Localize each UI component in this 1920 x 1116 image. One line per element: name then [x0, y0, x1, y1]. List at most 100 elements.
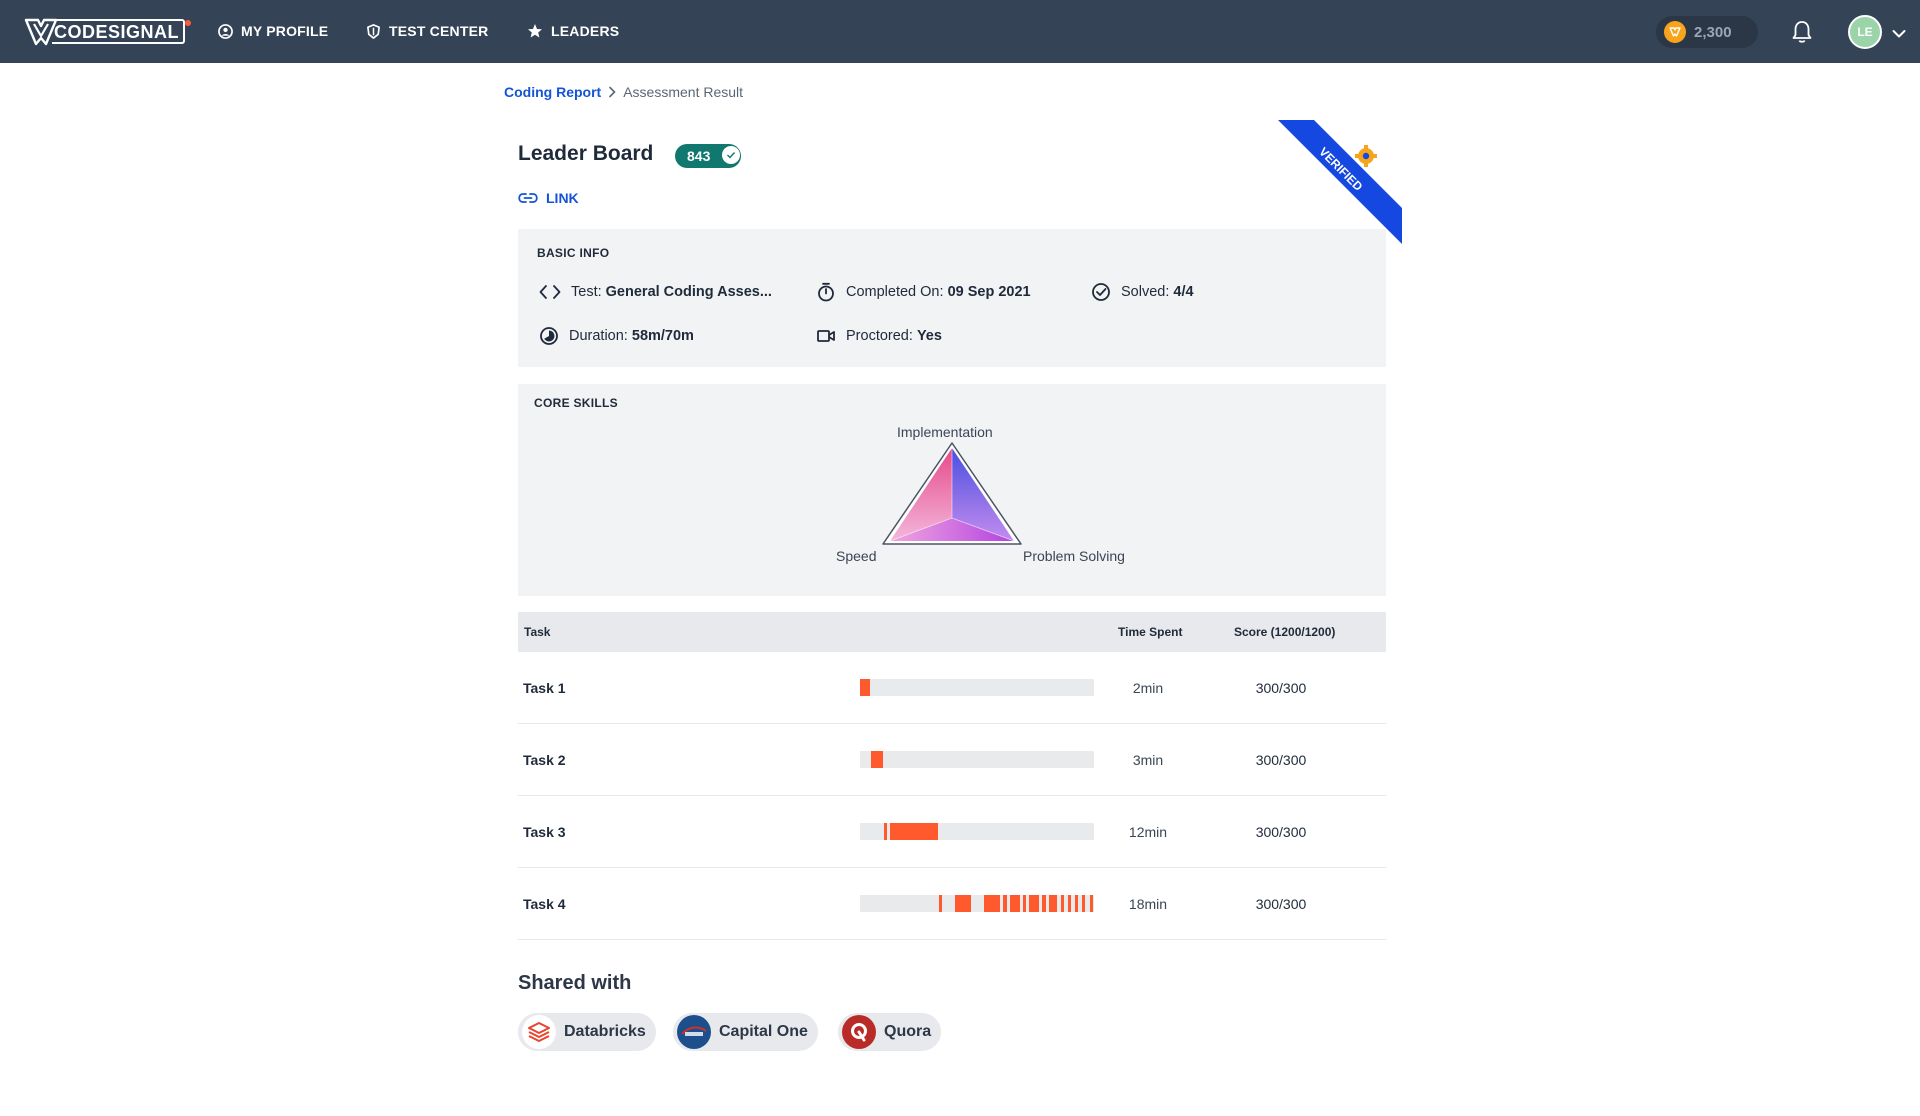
timeline-segment — [984, 895, 1000, 912]
top-navigation: CODESIGNAL MY PROFILE TEST CENTER LEADER… — [0, 0, 1920, 63]
info-proctored-value: Yes — [916, 328, 942, 344]
clock-pie-icon — [540, 327, 558, 345]
page-title: Leader Board — [518, 142, 654, 165]
breadcrumb: Coding Report Assessment Result — [504, 84, 743, 100]
codesignal-logo[interactable]: CODESIGNAL — [24, 14, 186, 48]
score-badge-value: 843 — [687, 148, 711, 164]
avatar[interactable]: LE — [1848, 15, 1882, 49]
task-name: Task 4 — [523, 896, 566, 912]
timeline-segment — [1090, 895, 1093, 912]
timeline-segment — [1068, 895, 1071, 912]
info-completed: Completed On: 09 Sep 2021 — [816, 282, 1031, 302]
star-icon — [528, 24, 542, 38]
timeline-segment — [1061, 895, 1064, 912]
timeline-segment — [939, 895, 942, 912]
info-solved: Solved: 4/4 — [1091, 282, 1194, 302]
stopwatch-icon — [818, 282, 834, 302]
shared-company-capital-one[interactable]: Capital One — [673, 1013, 818, 1051]
shared-company-quora[interactable]: Quora — [838, 1013, 942, 1051]
table-row: Task 4 18min 300/300 — [518, 868, 1386, 940]
task-name: Task 3 — [523, 824, 566, 840]
gear-icon — [1355, 145, 1377, 167]
task-name: Task 1 — [523, 680, 566, 696]
info-test: Test: General Coding Asses... — [539, 284, 772, 300]
timeline-segment — [890, 823, 938, 840]
timeline-segment — [1023, 895, 1026, 912]
logo-text: CODESIGNAL — [52, 18, 186, 44]
task-name: Task 2 — [523, 752, 566, 768]
info-solved-value: 4/4 — [1173, 284, 1194, 300]
task-score: 300/300 — [1255, 680, 1307, 696]
core-skills-card: CORE SKILLS Implementation Speed Problem… — [518, 384, 1386, 596]
timeline-segment — [860, 679, 870, 696]
task-score: 300/300 — [1255, 752, 1307, 768]
coin-balance[interactable]: 2,300 — [1656, 16, 1758, 48]
nav-my-profile[interactable]: MY PROFILE — [218, 20, 328, 42]
timeline-segment — [955, 895, 971, 912]
shared-company-label: Quora — [884, 1023, 932, 1040]
timeline-segment — [1042, 895, 1046, 912]
task-time: 18min — [1128, 896, 1168, 912]
th-score: Score (1200/1200) — [1234, 625, 1336, 639]
nav-test-center-label: TEST CENTER — [389, 23, 489, 39]
shared-company-label: Databricks — [564, 1023, 646, 1040]
task-timeline-bar — [860, 895, 1094, 912]
breadcrumb-current: Assessment Result — [623, 84, 744, 100]
notification-dot — [185, 20, 191, 26]
info-test-value: General Coding Asses... — [605, 284, 772, 300]
basic-info-card: BASIC INFO Test: General Coding Asses...… — [518, 229, 1386, 367]
shared-company-databricks[interactable]: Databricks — [518, 1013, 656, 1051]
timeline-segment — [871, 751, 883, 768]
task-table-header: Task Time Spent Score (1200/1200) — [518, 612, 1386, 652]
th-task: Task — [524, 625, 551, 639]
shared-company-label: Capital One — [719, 1023, 808, 1040]
table-row: Task 3 12min 300/300 — [518, 796, 1386, 868]
check-icon — [722, 146, 740, 164]
shield-icon — [367, 23, 380, 39]
code-icon — [539, 285, 561, 299]
basic-info-title: BASIC INFO — [537, 246, 610, 260]
info-proctored: Proctored: Yes — [816, 326, 942, 346]
coin-balance-value: 2,300 — [1694, 23, 1732, 41]
verified-ribbon: VERIFIED — [1278, 120, 1402, 244]
task-score: 300/300 — [1255, 896, 1307, 912]
quora-logo-icon — [842, 1015, 876, 1049]
skills-triangle-chart — [882, 442, 1022, 545]
skill-label-implementation: Implementation — [897, 424, 993, 440]
skill-label-speed: Speed — [836, 548, 877, 564]
timeline-segment — [1029, 895, 1039, 912]
table-row: Task 2 3min 300/300 — [518, 724, 1386, 796]
nav-my-profile-label: MY PROFILE — [241, 23, 329, 39]
nav-test-center[interactable]: TEST CENTER — [366, 20, 488, 42]
bell-icon[interactable] — [1790, 19, 1814, 50]
info-test-label: Test: — [571, 284, 602, 300]
info-duration: Duration: 58m/70m — [539, 326, 694, 346]
info-solved-label: Solved: — [1121, 284, 1170, 300]
share-link[interactable]: LINK — [518, 190, 579, 206]
databricks-logo-icon — [522, 1015, 556, 1049]
table-row: Task 1 2min 300/300 — [518, 652, 1386, 724]
task-time: 3min — [1132, 752, 1164, 768]
timeline-segment — [1082, 895, 1085, 912]
info-duration-label: Duration: — [569, 328, 628, 344]
timeline-segment — [884, 823, 887, 840]
core-skills-title: CORE SKILLS — [534, 396, 618, 410]
info-duration-value: 58m/70m — [631, 328, 694, 344]
info-completed-value: 09 Sep 2021 — [947, 284, 1031, 300]
timeline-segment — [1010, 895, 1020, 912]
nav-leaders[interactable]: LEADERS — [527, 20, 619, 42]
breadcrumb-coding-report[interactable]: Coding Report — [504, 84, 601, 100]
timeline-segment — [1003, 895, 1007, 912]
check-circle-icon — [1092, 283, 1110, 301]
info-proctored-label: Proctored: — [846, 328, 913, 344]
task-score: 300/300 — [1255, 824, 1307, 840]
capital-one-logo-icon — [677, 1015, 711, 1049]
skill-label-problem-solving: Problem Solving — [1023, 548, 1125, 564]
task-timeline-bar — [860, 823, 1094, 840]
task-time: 2min — [1132, 680, 1164, 696]
chevron-right-icon — [609, 86, 616, 98]
timeline-segment — [1075, 895, 1078, 912]
user-circle-icon — [218, 23, 233, 39]
video-camera-icon — [817, 330, 835, 342]
chevron-down-icon[interactable] — [1892, 26, 1906, 44]
